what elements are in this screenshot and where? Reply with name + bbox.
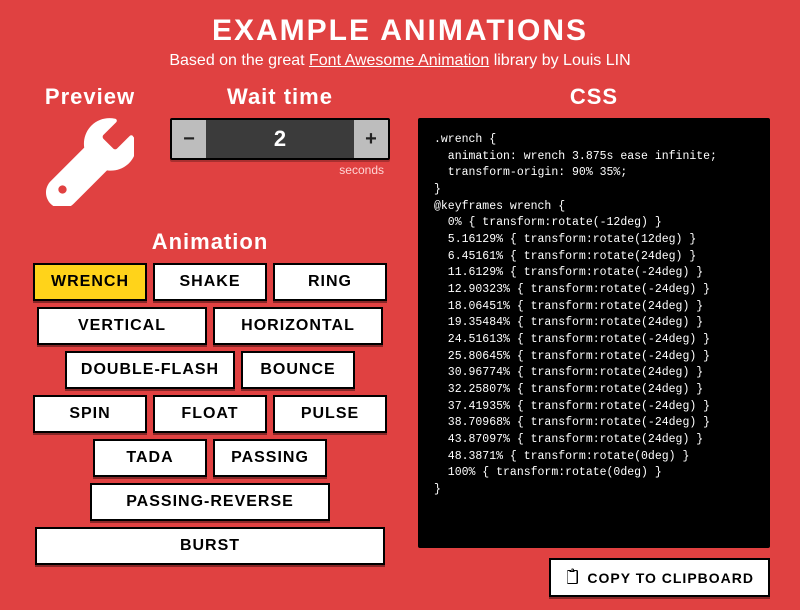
animation-button-bounce[interactable]: BOUNCE [241,351,355,389]
preview-heading: Preview [30,84,150,110]
wait-heading: Wait time [170,84,390,110]
wrench-icon [30,118,150,211]
wait-increment-button[interactable]: + [354,120,388,158]
copy-to-clipboard-button[interactable]: COPY TO CLIPBOARD [549,558,770,597]
animation-button-horizontal[interactable]: HORIZONTAL [213,307,383,345]
wait-value: 2 [206,120,354,158]
animation-button-tada[interactable]: TADA [93,439,207,477]
animation-heading: Animation [30,229,390,255]
wait-unit-label: seconds [170,163,390,177]
page-title: EXAMPLE ANIMATIONS [30,14,770,48]
animation-button-wrench[interactable]: WRENCH [33,263,147,301]
subtitle-post: library by Louis LIN [489,52,630,69]
animation-button-passing[interactable]: PASSING [213,439,327,477]
copy-label: COPY TO CLIPBOARD [587,570,754,586]
animation-button-float[interactable]: FLOAT [153,395,267,433]
animation-button-double-flash[interactable]: DOUBLE-FLASH [65,351,235,389]
subtitle-pre: Based on the great [169,52,309,69]
animation-button-passing-reverse[interactable]: PASSING-REVERSE [90,483,330,521]
animation-grid: WRENCHSHAKERING VERTICALHORIZONTAL DOUBLE-… [30,263,390,565]
animation-button-spin[interactable]: SPIN [33,395,147,433]
wait-stepper: − 2 + [170,118,390,160]
wait-decrement-button[interactable]: − [172,120,206,158]
css-output: .wrench { animation: wrench 3.875s ease … [418,118,770,548]
page-subtitle: Based on the great Font Awesome Animatio… [30,52,770,70]
css-heading: CSS [418,84,770,110]
animation-button-vertical[interactable]: VERTICAL [37,307,207,345]
animation-button-shake[interactable]: SHAKE [153,263,267,301]
clipboard-icon [565,568,579,587]
animation-button-ring[interactable]: RING [273,263,387,301]
animation-button-pulse[interactable]: PULSE [273,395,387,433]
subtitle-link[interactable]: Font Awesome Animation [309,52,489,69]
animation-button-burst[interactable]: BURST [35,527,385,565]
